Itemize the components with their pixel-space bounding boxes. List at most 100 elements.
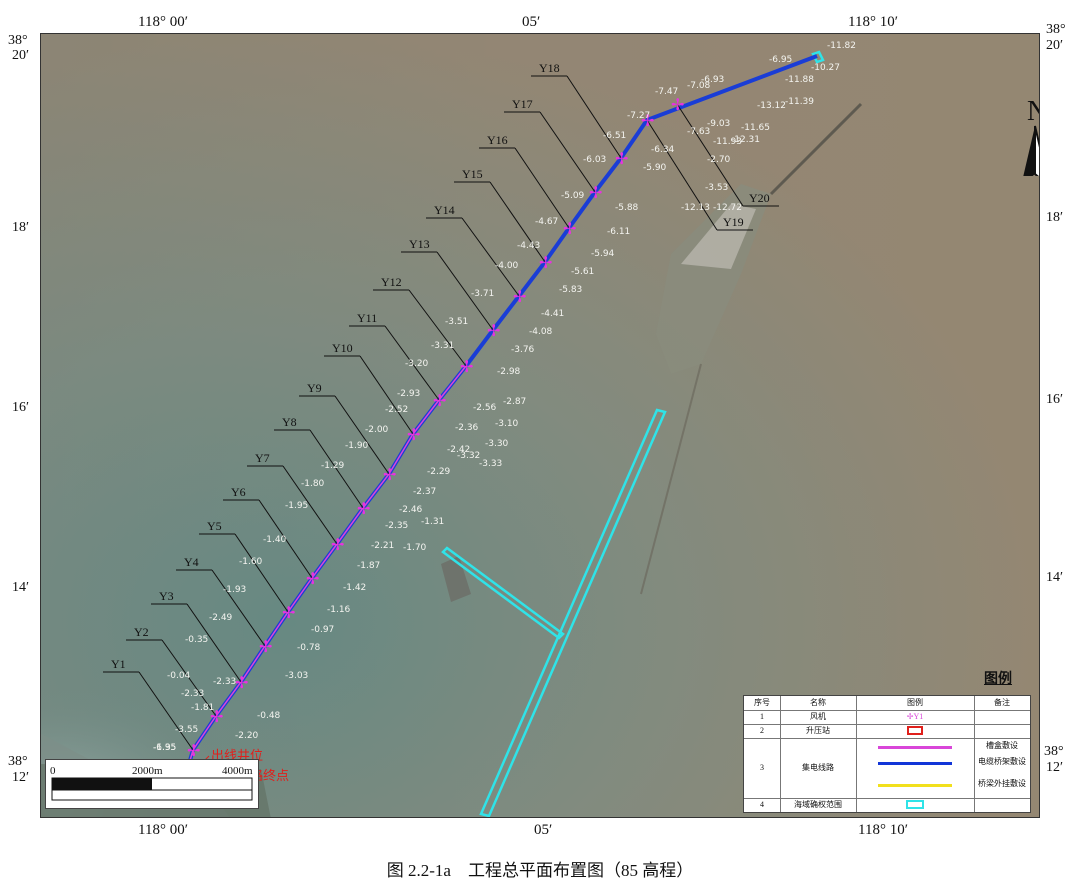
depth-sounding: -2.98 [497, 367, 521, 377]
turbine-label: Y10 [332, 341, 353, 355]
legend-header-no: 序号 [754, 698, 770, 707]
depth-sounding: -6.95 [153, 743, 176, 753]
turbine-icon: ✢ [615, 149, 628, 168]
depth-sounding: -6.11 [607, 227, 630, 237]
substation-icon [856, 724, 974, 738]
turbine-icon: ✢ [187, 741, 200, 760]
depth-sounding: -3.20 [405, 359, 429, 369]
depth-sounding: -5.61 [571, 267, 594, 277]
depth-sounding: -11.65 [741, 123, 770, 133]
depth-sounding: -4.08 [529, 327, 553, 337]
turbine-label: Y1 [111, 657, 126, 671]
left-lat-16: 16′ [12, 400, 30, 415]
depth-sounding: -4.00 [495, 261, 519, 271]
legend-title: 图例 [984, 672, 1012, 687]
depth-sounding: -7.47 [655, 87, 678, 97]
depth-sounding: -7.27 [627, 111, 650, 121]
depth-sounding: -6.95 [769, 55, 792, 65]
depth-sounding: -2.42 [447, 445, 470, 455]
turbine-icon: ✢ [357, 499, 370, 518]
depth-sounding: -6.51 [603, 131, 626, 141]
legend-row-collector: 3 集电线路 槽盒敷设 电缆桥架敷设 桥梁外挂敷设 [744, 738, 1030, 799]
turbine-icon: ✢ [589, 183, 602, 202]
map-frame: Y1 ✢ Y2 ✢ Y3 ✢ Y4 ✢ Y5 ✢ Y6 ✢ Y7 ✢ Y8 ✢ Y9 ✢ Y10 ✢ Y11 ✢ Y12 ✢ Y… [40, 33, 1040, 818]
bottom-lon-label-118-10: 118° 10′ [858, 822, 908, 838]
legend-row-name: 升压站 [806, 726, 830, 735]
depth-sounding: -7.08 [687, 81, 711, 91]
top-lon-label-118-10: 118° 10′ [848, 14, 898, 30]
turbine-label: Y19 [723, 215, 744, 229]
turbine-icon: ✢ [487, 321, 500, 340]
turbine-label: Y16 [487, 133, 508, 147]
turbine-label: Y14 [434, 203, 455, 217]
right-lat-38b: 38° [1044, 744, 1064, 759]
depth-sounding: -13.12 [757, 101, 786, 111]
depth-sounding: -2.33 [181, 689, 204, 699]
turbine-label: Y18 [539, 61, 560, 75]
turbine-icon: ✢ [235, 673, 248, 692]
legend-row-sea-area: 4 海域确权范围 [744, 798, 1030, 812]
depth-sounding: -3.71 [471, 289, 494, 299]
depth-sounding: -4.41 [541, 309, 564, 319]
turbine-icon: ✢ [539, 253, 552, 272]
right-lat-18: 18′ [1046, 210, 1064, 225]
turbine-label: Y11 [357, 311, 377, 325]
right-lat-20: 20′ [1046, 38, 1064, 53]
depth-sounding: -2.29 [427, 467, 451, 477]
depth-sounding: -2.00 [365, 425, 389, 435]
depth-sounding: -3.55 [175, 725, 198, 735]
depth-sounding: -3.51 [445, 317, 468, 327]
turbine-label: Y4 [184, 555, 199, 569]
depth-sounding: -1.31 [421, 517, 444, 527]
depth-sounding: -5.90 [643, 163, 667, 173]
depth-sounding: -1.90 [345, 441, 369, 451]
depth-sounding: -2.21 [371, 541, 394, 551]
turbine-label: Y2 [134, 625, 149, 639]
depth-sounding: -1.29 [321, 461, 345, 471]
turbine-label: Y6 [231, 485, 246, 499]
depth-sounding: -3.30 [485, 439, 509, 449]
depth-sounding: -9.03 [707, 119, 730, 129]
sea-area-icon [856, 798, 974, 812]
depth-sounding: -2.56 [473, 403, 497, 413]
depth-sounding: -1.95 [285, 501, 308, 511]
north-arrow: N [1009, 86, 1040, 186]
depth-sounding: -2.87 [503, 397, 526, 407]
left-lat-38b: 38° [8, 754, 28, 769]
turbine-icon: ✢ [259, 637, 272, 656]
legend-row-name: 集电线路 [802, 763, 834, 772]
turbine-label: Y17 [512, 97, 533, 111]
depth-sounding: -5.09 [561, 191, 585, 201]
right-lat-12: 12′ [1046, 760, 1064, 775]
turbine-label: Y7 [255, 451, 270, 465]
figure-caption: 图 2.2-1a 工程总平面布置图（85 高程） [386, 861, 694, 880]
legend-subnote-tray: 电缆桥架敷设 [978, 757, 1026, 766]
bridge-tray-line-symbol [878, 762, 952, 765]
depth-sounding: -2.93 [397, 389, 420, 399]
turbine-icon: ✢ [282, 603, 295, 622]
scale-tick-4000: 4000m [222, 765, 253, 777]
depth-sounding: -5.88 [615, 203, 639, 213]
depth-sounding: -11.88 [785, 75, 814, 85]
depth-sounding: -6.03 [583, 155, 606, 165]
legend-row-no: 4 [760, 800, 764, 809]
depth-sounding: -4.67 [535, 217, 558, 227]
bottom-lon-label-05: 05′ [534, 822, 553, 838]
depth-sounding: -1.60 [239, 557, 263, 567]
depth-sounding: -1.70 [403, 543, 427, 553]
depth-sounding: -1.81 [191, 703, 214, 713]
legend-row-turbine: 1 风机 ✢Y1 [744, 710, 1030, 725]
legend-header-note: 备注 [994, 698, 1010, 707]
depth-sounding: -1.93 [223, 585, 246, 595]
left-lat-14: 14′ [12, 580, 30, 595]
turbine-icon: ✢ [460, 357, 473, 376]
depth-sounding: -0.48 [257, 711, 281, 721]
depth-sounding: -1.40 [263, 535, 287, 545]
depth-sounding: -1.42 [343, 583, 366, 593]
scale-tick-2000: 2000m [132, 765, 163, 777]
legend-row-no: 3 [760, 763, 764, 772]
left-lat-20: 20′ [12, 48, 30, 63]
svg-text:N: N [1027, 96, 1040, 127]
depth-sounding: -1.16 [327, 605, 351, 615]
depth-sounding: -2.49 [209, 613, 233, 623]
